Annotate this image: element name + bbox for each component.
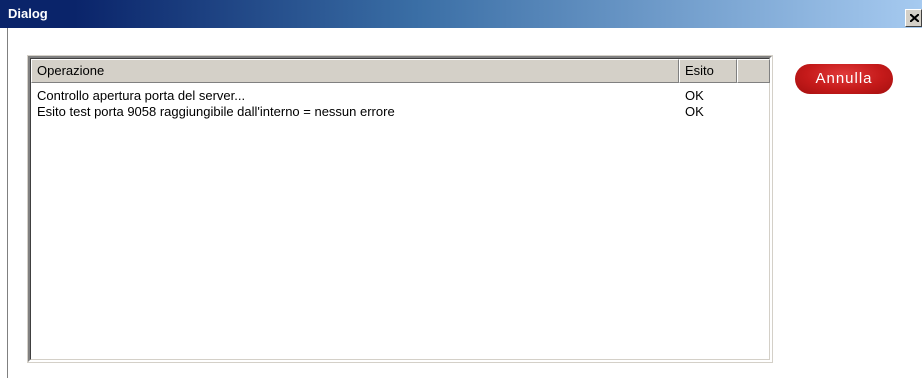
close-icon: [910, 14, 919, 22]
list-rows: Controllo apertura porta del server... O…: [31, 88, 770, 120]
operation-cell: Controllo apertura porta del server...: [37, 88, 246, 103]
cancel-button[interactable]: Annulla: [795, 64, 893, 94]
list-item[interactable]: Esito test porta 9058 raggiungibile dall…: [31, 104, 770, 120]
dialog-window: Dialog Operazione Esito Controllo apertu…: [0, 0, 922, 378]
window-left-border: [7, 28, 8, 378]
close-button[interactable]: [905, 9, 922, 27]
list-item[interactable]: Controllo apertura porta del server... O…: [31, 88, 770, 104]
column-header-esito[interactable]: Esito: [679, 59, 737, 83]
window-title: Dialog: [8, 6, 48, 21]
title-bar[interactable]: Dialog: [0, 0, 922, 28]
result-cell: OK: [685, 104, 704, 119]
operation-cell: Esito test porta 9058 raggiungibile dall…: [37, 104, 395, 119]
column-header-operazione[interactable]: Operazione: [31, 59, 679, 83]
list-header: Operazione Esito: [31, 59, 770, 83]
result-cell: OK: [685, 88, 704, 103]
column-header-filler: [737, 59, 770, 83]
operations-list[interactable]: Operazione Esito Controllo apertura port…: [27, 55, 773, 363]
